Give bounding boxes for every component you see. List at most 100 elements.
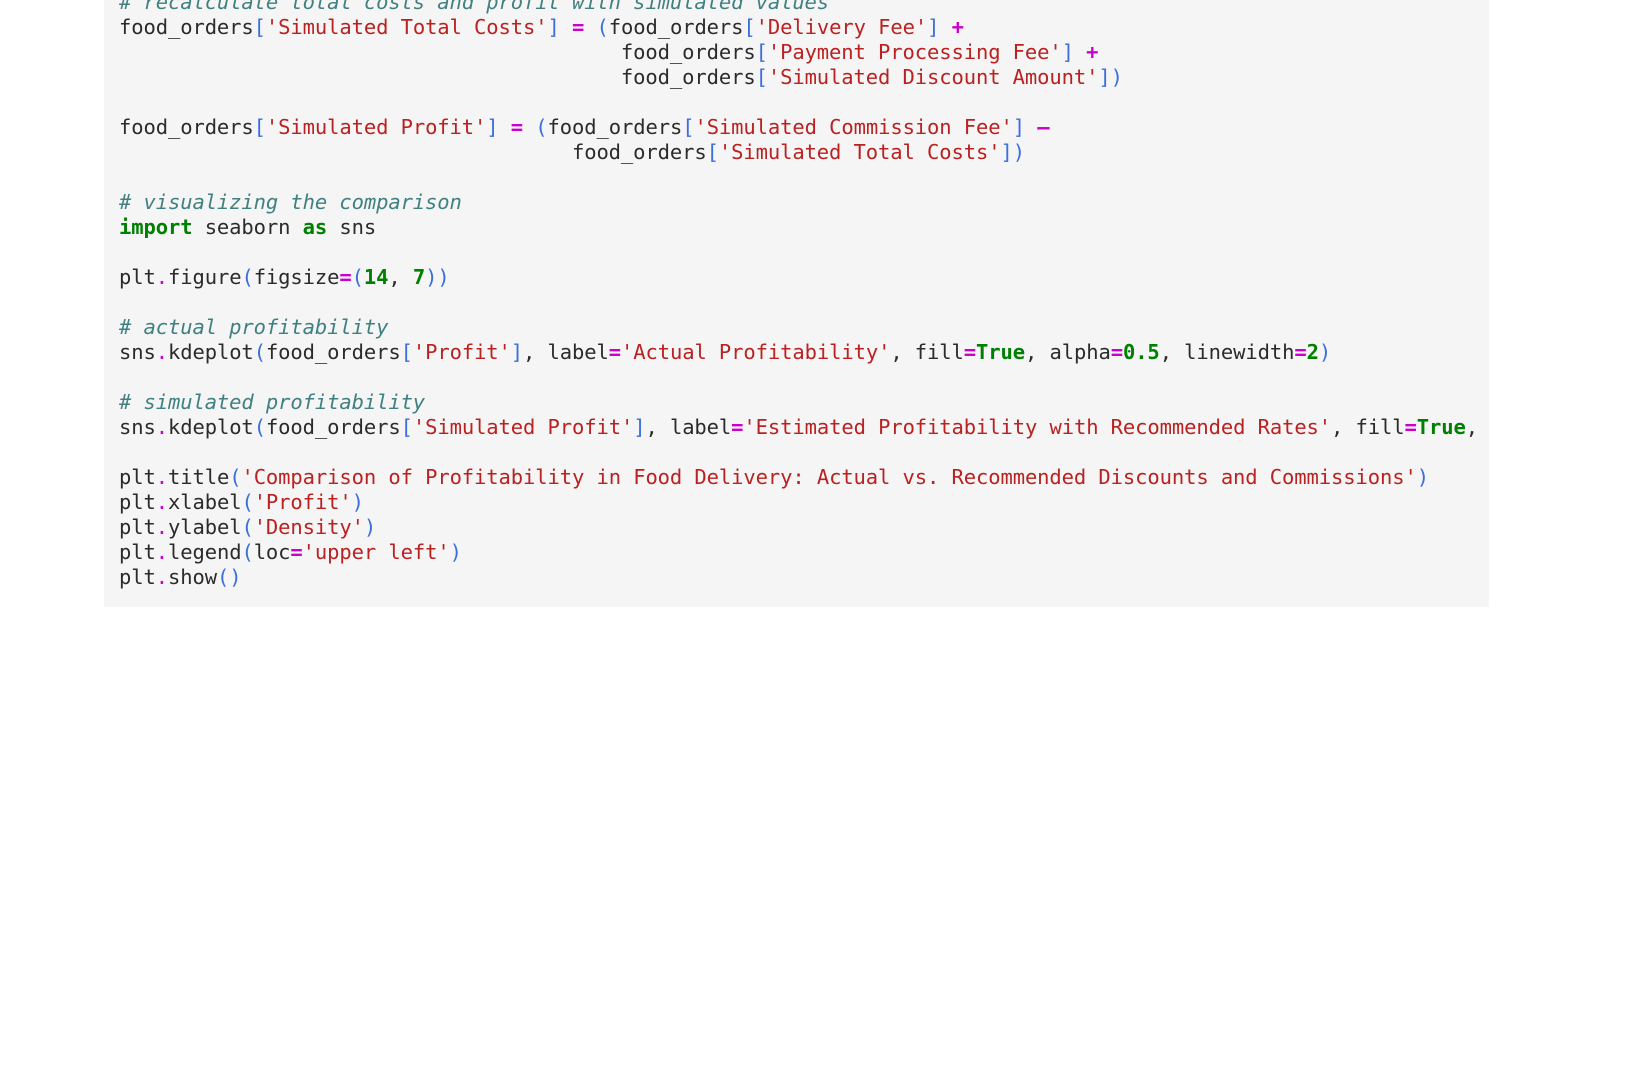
code-token: ( xyxy=(241,540,254,564)
code-token: = xyxy=(1404,415,1417,439)
code-token: ) xyxy=(351,490,364,514)
code-token: = xyxy=(339,265,352,289)
code-token: [ xyxy=(743,15,756,39)
code-token: . xyxy=(155,565,168,589)
code-line: # visualizing the comparison xyxy=(119,190,1489,215)
code-token: seaborn xyxy=(192,215,303,239)
code-token: food_orders xyxy=(119,15,254,39)
code-token: 'Actual Profitability' xyxy=(621,340,891,364)
code-token: ) xyxy=(1012,140,1025,164)
code-token: ) xyxy=(1318,340,1332,364)
code-token: ] xyxy=(1000,140,1013,164)
code-token: show xyxy=(167,565,217,589)
code-token: [ xyxy=(706,140,719,164)
code-token: # actual profitability xyxy=(119,315,389,339)
code-token: , fill xyxy=(890,340,964,364)
code-token: . xyxy=(155,540,168,564)
code-token: ) xyxy=(229,565,242,589)
code-token: + xyxy=(951,15,964,39)
code-token: = xyxy=(290,540,303,564)
code-token: = xyxy=(731,415,744,439)
code-line: sns.kdeplot(food_orders['Simulated Profi… xyxy=(119,415,1489,440)
code-line: food_orders['Payment Processing Fee'] + xyxy=(119,40,1489,65)
code-token: . xyxy=(155,465,168,489)
code-cell[interactable]: # recalculate total costs and profit wit… xyxy=(104,0,1489,607)
code-token: + xyxy=(1086,40,1099,64)
code-token: . xyxy=(155,490,168,514)
code-token: [ xyxy=(400,415,413,439)
code-token: ( xyxy=(596,15,609,39)
code-line: food_orders['Simulated Total Costs']) xyxy=(119,140,1489,165)
code-token: ] xyxy=(486,115,499,139)
code-token: ( xyxy=(241,515,254,539)
code-token: plt xyxy=(119,540,156,564)
code-token: food_orders xyxy=(119,140,707,164)
code-token: ( xyxy=(535,115,548,139)
code-token: ylabel xyxy=(167,515,242,539)
code-line: plt.legend(loc='upper left') xyxy=(119,540,1489,565)
code-token: kdeplot xyxy=(167,340,254,364)
code-token: 2 xyxy=(1306,340,1319,364)
code-token: = xyxy=(1294,340,1307,364)
code-token: ] xyxy=(1012,115,1025,139)
code-token: 'Simulated Total Costs' xyxy=(265,15,548,39)
code-token: = xyxy=(1110,340,1123,364)
code-token: ) xyxy=(437,265,450,289)
code-token: 'Profit' xyxy=(412,340,511,364)
code-token: ] xyxy=(1098,65,1111,89)
code-token: 'upper left' xyxy=(302,540,450,564)
code-token: [ xyxy=(253,115,266,139)
code-token: kdeplot xyxy=(167,415,254,439)
code-token: ) xyxy=(425,265,438,289)
code-token: , xyxy=(388,265,413,289)
code-token: . xyxy=(155,340,168,364)
code-token: plt xyxy=(119,515,156,539)
code-token: plt xyxy=(119,265,156,289)
code-token: = xyxy=(608,340,621,364)
code-token: food_orders xyxy=(119,115,254,139)
code-token: food_orders xyxy=(119,65,756,89)
code-token: import xyxy=(119,215,193,239)
code-line: plt.figure(figsize=(14, 7)) xyxy=(119,265,1489,290)
code-token: [ xyxy=(400,340,413,364)
code-line: food_orders['Simulated Discount Amount']… xyxy=(119,65,1489,90)
code-source[interactable]: # recalculate total costs and profit wit… xyxy=(119,0,1489,590)
code-token: 'Density' xyxy=(253,515,364,539)
code-token: 'Comparison of Profitability in Food Del… xyxy=(241,465,1417,489)
code-token: 7 xyxy=(412,265,426,289)
code-line: # recalculate total costs and profit wit… xyxy=(119,0,1489,15)
code-line: sns.kdeplot(food_orders['Profit'], label… xyxy=(119,340,1489,365)
code-token: plt xyxy=(119,490,156,514)
figure-output: Comparison of Profitability in Food Deli… xyxy=(0,617,1632,1076)
code-token: 'Delivery Fee' xyxy=(755,15,928,39)
code-token: ] xyxy=(510,340,524,364)
code-token: ] xyxy=(927,15,940,39)
code-token: [ xyxy=(682,115,695,139)
code-token: 'Simulated Commission Fee' xyxy=(694,115,1013,139)
code-token: 'Simulated Profit' xyxy=(412,415,634,439)
code-token: . xyxy=(155,515,168,539)
code-token: ( xyxy=(351,265,364,289)
code-token: plt xyxy=(119,465,156,489)
code-line: plt.xlabel('Profit') xyxy=(119,490,1489,515)
code-line: plt.title('Comparison of Profitability i… xyxy=(119,465,1489,490)
code-line: food_orders['Simulated Profit'] = (food_… xyxy=(119,115,1489,140)
code-token: sns xyxy=(119,340,156,364)
code-token: ( xyxy=(229,465,242,489)
code-token: # recalculate total costs and profit wit… xyxy=(119,0,830,14)
code-token: ) xyxy=(363,515,377,539)
code-line: plt.ylabel('Density') xyxy=(119,515,1489,540)
code-token: = xyxy=(572,15,585,39)
code-token: figure xyxy=(167,265,242,289)
code-token: 'Simulated Total Costs' xyxy=(718,140,1001,164)
code-token: ( xyxy=(253,340,266,364)
code-token: as xyxy=(302,215,328,239)
